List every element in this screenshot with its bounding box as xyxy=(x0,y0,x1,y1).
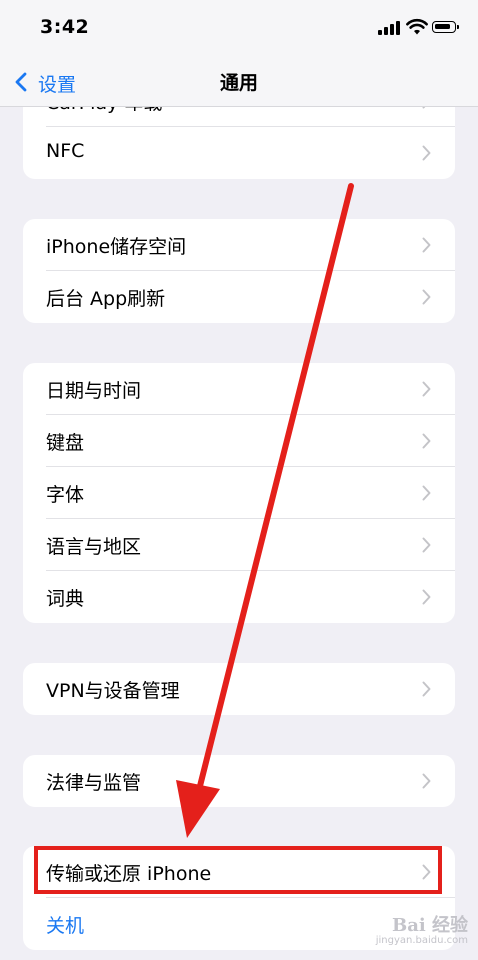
highlight-box xyxy=(34,846,442,894)
row-date-time[interactable]: 日期与时间 xyxy=(23,363,455,415)
chevron-right-icon xyxy=(422,289,431,305)
chevron-right-icon xyxy=(422,537,431,553)
watermark-url: jingyan.baidu.com xyxy=(375,935,468,946)
row-label: iPhone储存空间 xyxy=(46,236,187,258)
row-label: 词典 xyxy=(46,588,85,610)
settings-group-locale: 日期与时间 键盘 字体 语言与地区 词典 xyxy=(23,363,455,623)
row-fonts[interactable]: 字体 xyxy=(23,467,455,519)
chevron-right-icon xyxy=(422,381,431,397)
row-label: VPN与设备管理 xyxy=(46,680,180,702)
chevron-right-icon xyxy=(422,589,431,605)
row-dictionary[interactable]: 词典 xyxy=(23,571,455,623)
chevron-right-icon xyxy=(422,433,431,449)
watermark: Bai 经验 jingyan.baidu.com xyxy=(376,911,468,946)
settings-list: CarPlay 车载 NFC iPhone储存空间 后台 App刷新 日期与时间… xyxy=(0,0,478,960)
settings-group-storage: iPhone储存空间 后台 App刷新 xyxy=(23,219,455,323)
row-label: 后台 App刷新 xyxy=(46,288,166,310)
row-iphone-storage[interactable]: iPhone储存空间 xyxy=(23,219,455,271)
chevron-right-icon xyxy=(422,773,431,789)
settings-group-legal: 法律与监管 xyxy=(23,755,455,807)
row-legal-regulatory[interactable]: 法律与监管 xyxy=(23,755,455,807)
row-background-app-refresh[interactable]: 后台 App刷新 xyxy=(23,271,455,323)
row-keyboard[interactable]: 键盘 xyxy=(23,415,455,467)
row-nfc[interactable]: NFC xyxy=(23,127,455,179)
row-language-region[interactable]: 语言与地区 xyxy=(23,519,455,571)
row-label: 键盘 xyxy=(46,432,85,454)
row-label: NFC xyxy=(46,140,85,162)
chevron-right-icon xyxy=(422,681,431,697)
settings-group-vpn: VPN与设备管理 xyxy=(23,663,455,715)
watermark-logo: Bai 经验 xyxy=(392,915,468,936)
row-label: 法律与监管 xyxy=(46,772,142,794)
row-label: 日期与时间 xyxy=(46,380,142,402)
row-vpn-device-management[interactable]: VPN与设备管理 xyxy=(23,663,455,715)
navigation-bar: 设置 通用 xyxy=(0,58,478,107)
chevron-right-icon xyxy=(422,237,431,253)
row-label: 关机 xyxy=(46,915,85,937)
chevron-right-icon xyxy=(422,485,431,501)
chevron-right-icon xyxy=(422,145,431,161)
page-title: 通用 xyxy=(219,72,258,94)
row-label: 语言与地区 xyxy=(46,536,142,558)
row-label: 字体 xyxy=(46,484,85,506)
